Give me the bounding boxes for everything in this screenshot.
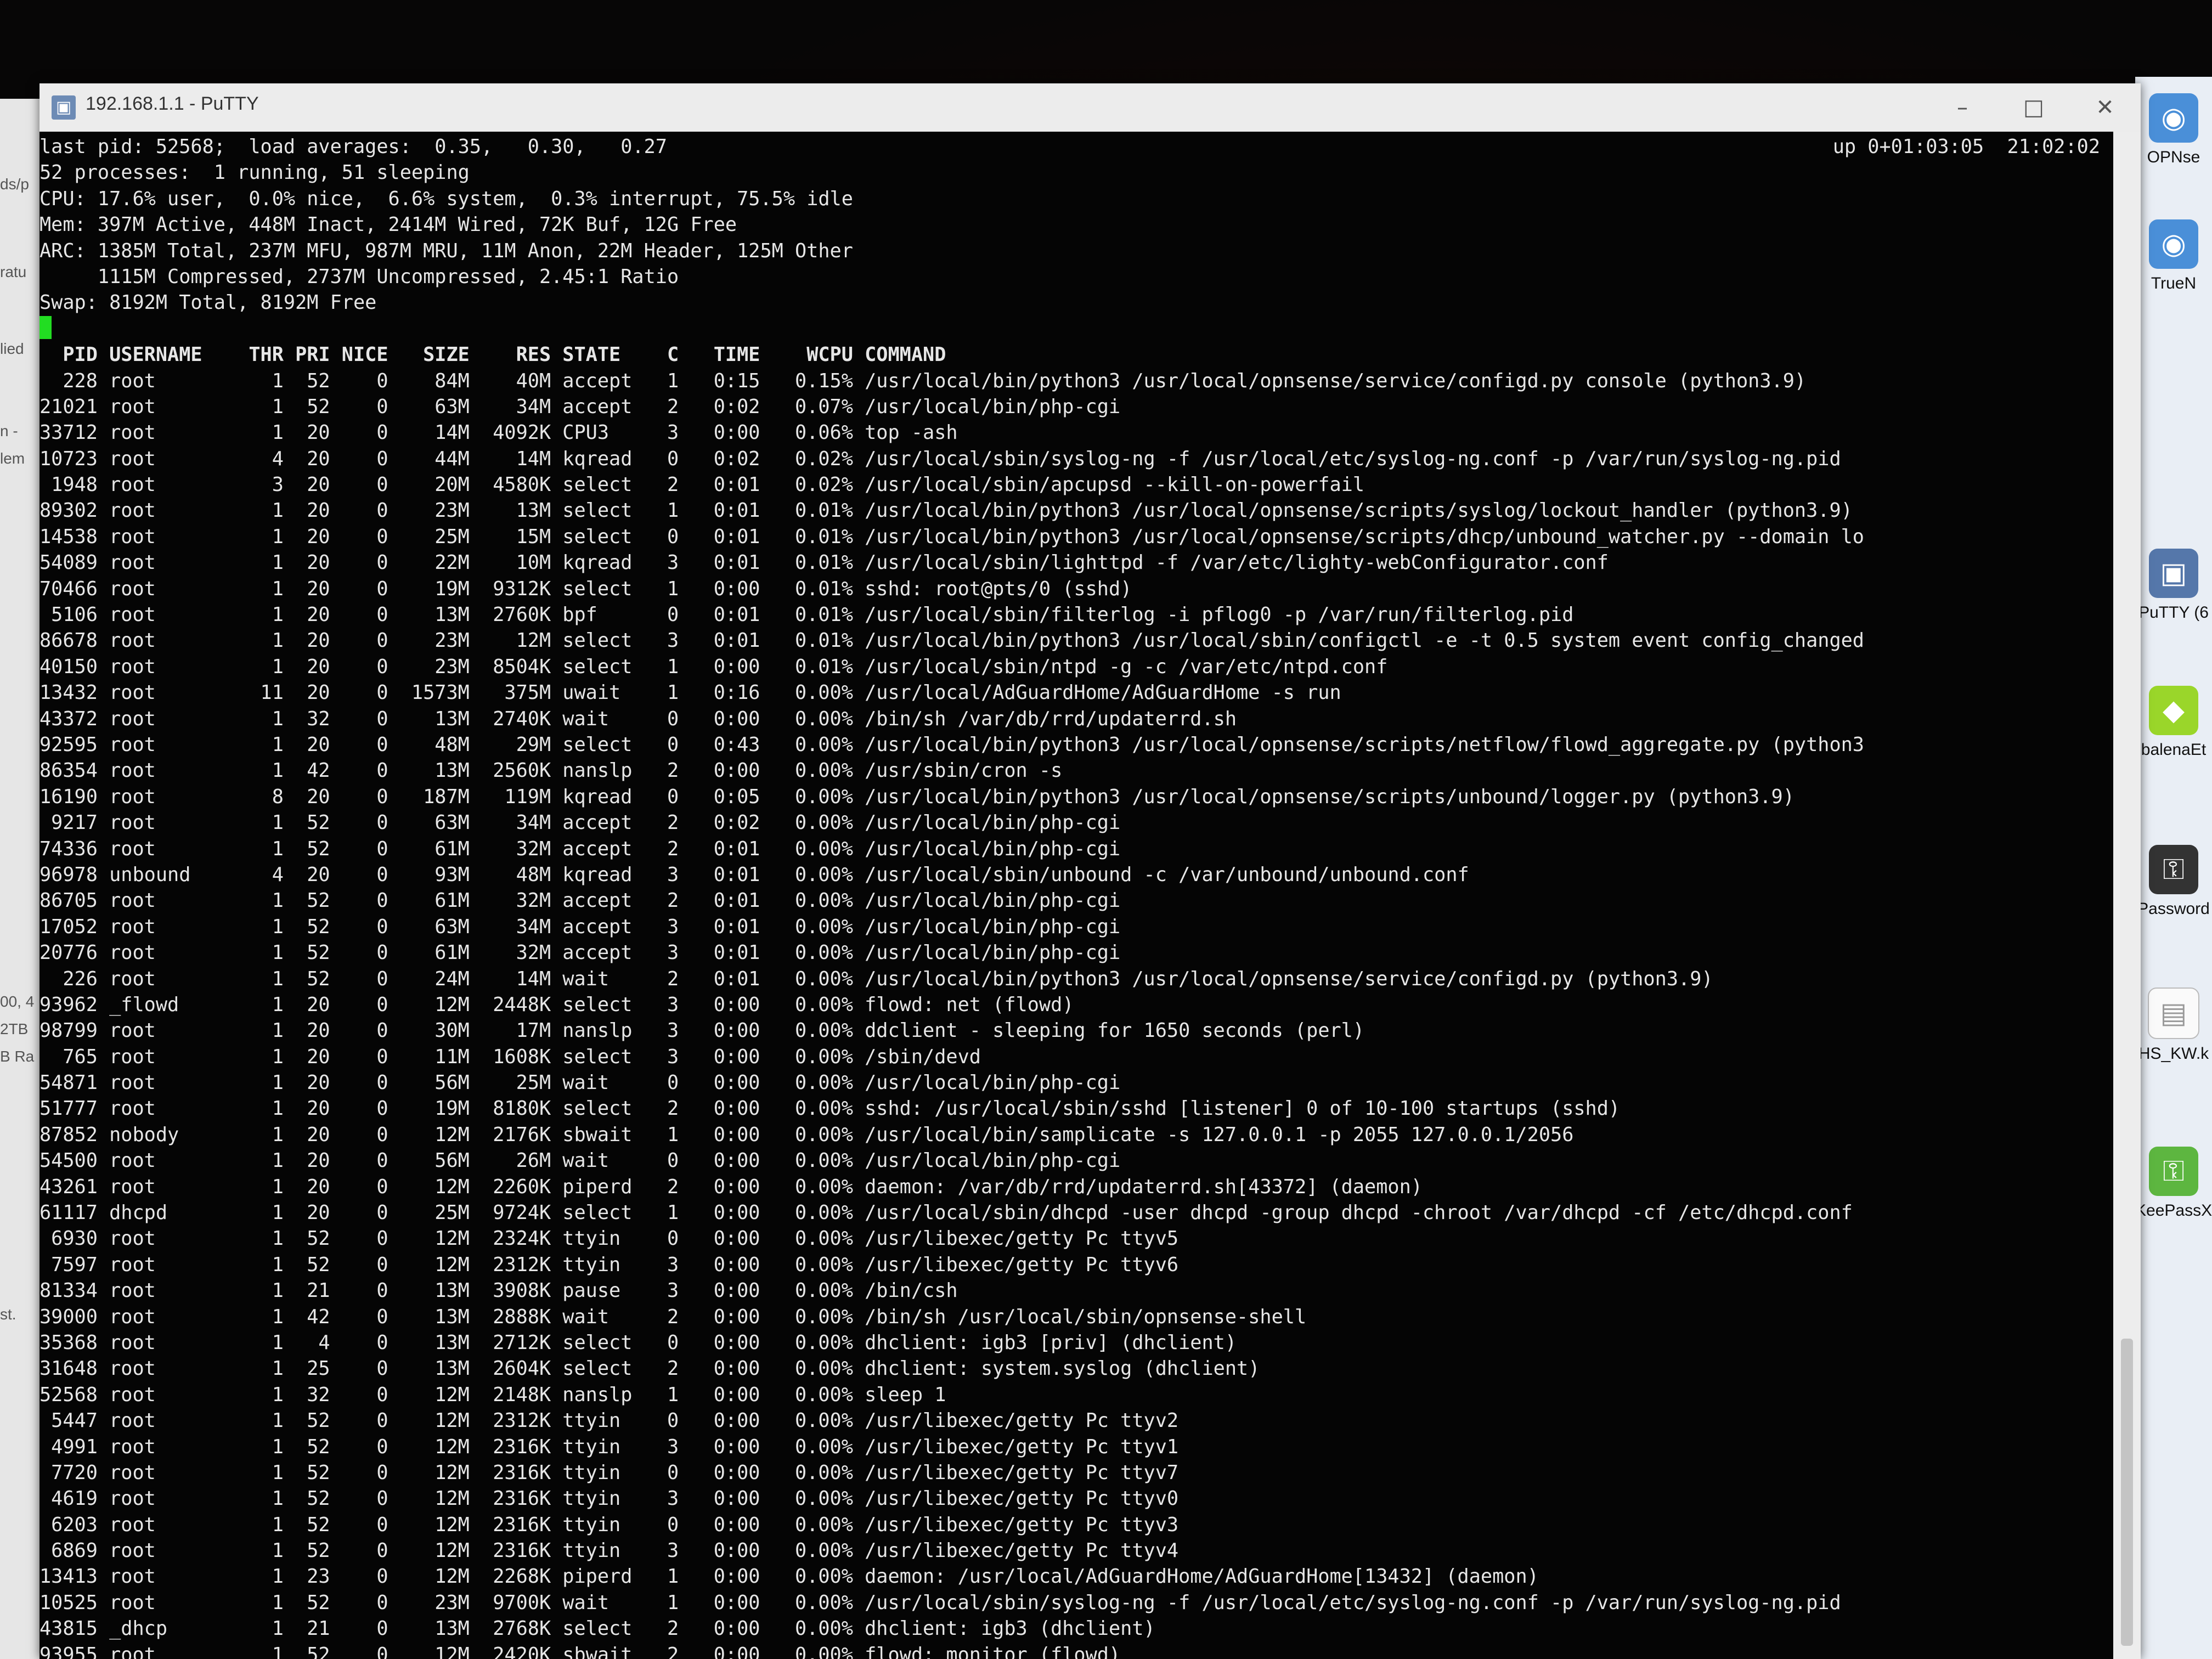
maximize-button[interactable]: □: [1998, 83, 2069, 132]
process-row: 81334 root 1 21 0 13M 3908K pause 3 0:00…: [40, 1279, 958, 1302]
desktop-icon-balenaetcher[interactable]: ◆ balenaEt: [2135, 686, 2212, 759]
putty-icon: ▣: [2149, 549, 2198, 598]
desktop-background-window: ds/p ratu lied n - lem 00, 4 2TB B Ra st…: [0, 99, 41, 1659]
process-row: 54089 root 1 20 0 22M 10M kqread 3 0:01 …: [40, 551, 1609, 574]
summary-line: CPU: 17.6% user, 0.0% nice, 6.6% system,…: [40, 187, 853, 210]
cursor-line: [40, 315, 2113, 342]
process-row: 86678 root 1 20 0 23M 12M select 3 0:01 …: [40, 629, 1864, 652]
process-row: 10525 root 1 52 0 23M 9700K wait 1 0:00 …: [40, 1591, 1841, 1614]
process-row: 31648 root 1 25 0 13M 2604K select 2 0:0…: [40, 1357, 1260, 1380]
process-row: 6869 root 1 52 0 12M 2316K ttyin 3 0:00 …: [40, 1539, 1179, 1562]
process-row: 98799 root 1 20 0 30M 17M nanslp 3 0:00 …: [40, 1019, 1365, 1042]
title-bar[interactable]: ▣ 192.168.1.1 - PuTTY – □ ✕: [40, 83, 2141, 132]
process-row: 14538 root 1 20 0 25M 15M select 0 0:01 …: [40, 525, 1864, 548]
desktop-text-fragment: st.: [0, 1306, 16, 1323]
summary-line: 52 processes: 1 running, 51 sleeping: [40, 161, 470, 184]
process-row: 35368 root 1 4 0 13M 2712K select 0 0:00…: [40, 1331, 1237, 1354]
process-row: 13432 root 11 20 0 1573M 375M uwait 1 0:…: [40, 681, 1341, 704]
desktop-icon-keepassx[interactable]: ⚿ KeePassX: [2135, 1147, 2212, 1220]
vertical-scrollbar[interactable]: [2113, 132, 2141, 1659]
process-row: 6930 root 1 52 0 12M 2324K ttyin 0 0:00 …: [40, 1227, 1179, 1250]
browser-icon: ◉: [2149, 219, 2198, 269]
window-title: 192.168.1.1 - PuTTY: [86, 93, 259, 114]
process-row: 17052 root 1 52 0 63M 34M accept 3 0:01 …: [40, 915, 1121, 938]
process-row: 89302 root 1 20 0 23M 13M select 1 0:01 …: [40, 499, 1853, 522]
process-row: 7597 root 1 52 0 12M 2312K ttyin 3 0:00 …: [40, 1253, 1179, 1276]
process-row: 96978 unbound 4 20 0 93M 48M kqread 3 0:…: [40, 863, 1469, 886]
desktop-icon-password[interactable]: ⚿ Password: [2135, 845, 2212, 918]
summary-line: Mem: 397M Active, 448M Inact, 2414M Wire…: [40, 213, 737, 236]
process-row: 1948 root 3 20 0 20M 4580K select 2 0:01…: [40, 473, 1365, 496]
desktop-icon-column: ◉ OPNse ◉ TrueN ▣ PuTTY (6 ◆ balenaEt ⚿ …: [2135, 77, 2212, 1659]
close-button[interactable]: ✕: [2069, 83, 2141, 132]
desktop-text-fragment: n -: [0, 422, 18, 439]
process-row: 7720 root 1 52 0 12M 2316K ttyin 0 0:00 …: [40, 1461, 1179, 1484]
process-row: 39000 root 1 42 0 13M 2888K wait 2 0:00 …: [40, 1305, 1307, 1328]
process-row: 74336 root 1 52 0 61M 32M accept 2 0:01 …: [40, 837, 1121, 860]
desktop-icon-opnsense[interactable]: ◉ OPNse: [2135, 93, 2212, 167]
desktop-text-fragment: ds/p: [0, 176, 29, 193]
process-row: 21021 root 1 52 0 63M 34M accept 2 0:02 …: [40, 395, 1121, 418]
column-header: PID USERNAME THR PRI NICE SIZE RES STATE…: [40, 343, 946, 366]
process-row: 16190 root 8 20 0 187M 119M kqread 0 0:0…: [40, 785, 1795, 808]
process-row: 4991 root 1 52 0 12M 2316K ttyin 3 0:00 …: [40, 1435, 1179, 1458]
process-row: 765 root 1 20 0 11M 1608K select 3 0:00 …: [40, 1045, 981, 1068]
file-icon: ▤: [2148, 988, 2199, 1039]
process-row: 43372 root 1 32 0 13M 2740K wait 0 0:00 …: [40, 707, 1237, 730]
process-row: 10723 root 4 20 0 44M 14M kqread 0 0:02 …: [40, 447, 1841, 470]
keepass-icon: ⚿: [2149, 845, 2198, 894]
process-row: 13413 root 1 23 0 12M 2268K piperd 1 0:0…: [40, 1565, 1539, 1588]
process-row: 54871 root 1 20 0 56M 25M wait 0 0:00 0.…: [40, 1071, 1121, 1094]
process-row: 86354 root 1 42 0 13M 2560K nanslp 2 0:0…: [40, 759, 1063, 782]
balena-icon: ◆: [2149, 686, 2198, 735]
process-row: 87852 nobody 1 20 0 12M 2176K sbwait 1 0…: [40, 1123, 1574, 1146]
uptime-clock: up 0+01:03:05 21:02:02: [1832, 136, 2100, 158]
desktop-text-fragment: lied: [0, 340, 24, 357]
putty-icon[interactable]: ▣: [52, 95, 76, 120]
top-output: last pid: 52568; load averages: 0.35, 0.…: [40, 132, 2113, 1659]
summary-line: last pid: 52568; load averages: 0.35, 0.…: [40, 136, 667, 158]
process-row: 226 root 1 52 0 24M 14M wait 2 0:01 0.00…: [40, 967, 1713, 990]
process-row: 33712 root 1 20 0 14M 4092K CPU3 3 0:00 …: [40, 421, 958, 444]
putty-window: ▣ 192.168.1.1 - PuTTY – □ ✕ up 0+01:03:0…: [40, 83, 2141, 1659]
desktop-text-fragment: 00, 4: [0, 993, 35, 1010]
desktop-icon-putty[interactable]: ▣ PuTTY (6: [2135, 549, 2212, 622]
desktop-text-fragment: ratu: [0, 263, 27, 280]
process-row: 228 root 1 52 0 84M 40M accept 1 0:15 0.…: [40, 369, 1807, 392]
process-row: 9217 root 1 52 0 63M 34M accept 2 0:02 0…: [40, 811, 1121, 834]
process-row: 40150 root 1 20 0 23M 8504K select 1 0:0…: [40, 655, 1388, 678]
summary-line: 1115M Compressed, 2737M Uncompressed, 2.…: [40, 265, 679, 288]
summary-line: ARC: 1385M Total, 237M MFU, 987M MRU, 11…: [40, 239, 853, 262]
process-row: 54500 root 1 20 0 56M 26M wait 0 0:00 0.…: [40, 1149, 1121, 1172]
process-row: 43261 root 1 20 0 12M 2260K piperd 2 0:0…: [40, 1175, 1423, 1198]
process-row: 86705 root 1 52 0 61M 32M accept 2 0:01 …: [40, 889, 1121, 912]
process-row: 93962 _flowd 1 20 0 12M 2448K select 3 0…: [40, 993, 1074, 1016]
process-row: 51777 root 1 20 0 19M 8180K select 2 0:0…: [40, 1097, 1621, 1120]
keepass-icon: ⚿: [2149, 1147, 2198, 1196]
process-row: 20776 root 1 52 0 61M 32M accept 3 0:01 …: [40, 941, 1121, 964]
process-row: 52568 root 1 32 0 12M 2148K nanslp 1 0:0…: [40, 1383, 946, 1406]
process-row: 5447 root 1 52 0 12M 2312K ttyin 0 0:00 …: [40, 1409, 1179, 1432]
summary-line: Swap: 8192M Total, 8192M Free: [40, 291, 377, 314]
desktop-text-fragment: lem: [0, 450, 25, 467]
desktop-text-fragment: B Ra: [0, 1048, 35, 1065]
scrollbar-thumb[interactable]: [2121, 1339, 2133, 1646]
process-row: 43815 _dhcp 1 21 0 13M 2768K select 2 0:…: [40, 1617, 1155, 1640]
process-row: 93955 root 1 52 0 12M 2420K sbwait 2 0:0…: [40, 1643, 1121, 1659]
terminal-cursor: [40, 315, 52, 339]
process-row: 92595 root 1 20 0 48M 29M select 0 0:43 …: [40, 733, 1864, 756]
process-row: 4619 root 1 52 0 12M 2316K ttyin 3 0:00 …: [40, 1487, 1179, 1510]
desktop-icon-file[interactable]: ▤ HS_KW.k: [2135, 988, 2212, 1063]
process-row: 70466 root 1 20 0 19M 9312K select 1 0:0…: [40, 577, 1132, 600]
process-row: 5106 root 1 20 0 13M 2760K bpf 0 0:01 0.…: [40, 603, 1574, 627]
process-list: 228 root 1 52 0 84M 40M accept 1 0:15 0.…: [40, 368, 2113, 1659]
desktop-text-fragment: 2TB: [0, 1020, 29, 1037]
browser-icon: ◉: [2149, 93, 2198, 143]
process-row: 61117 dhcpd 1 20 0 25M 9724K select 1 0:…: [40, 1201, 1853, 1224]
desktop-icon-truenas[interactable]: ◉ TrueN: [2135, 219, 2212, 293]
process-row: 6203 root 1 52 0 12M 2316K ttyin 0 0:00 …: [40, 1513, 1179, 1536]
minimize-button[interactable]: –: [1927, 83, 1998, 132]
terminal-area[interactable]: up 0+01:03:05 21:02:02 last pid: 52568; …: [40, 132, 2113, 1659]
